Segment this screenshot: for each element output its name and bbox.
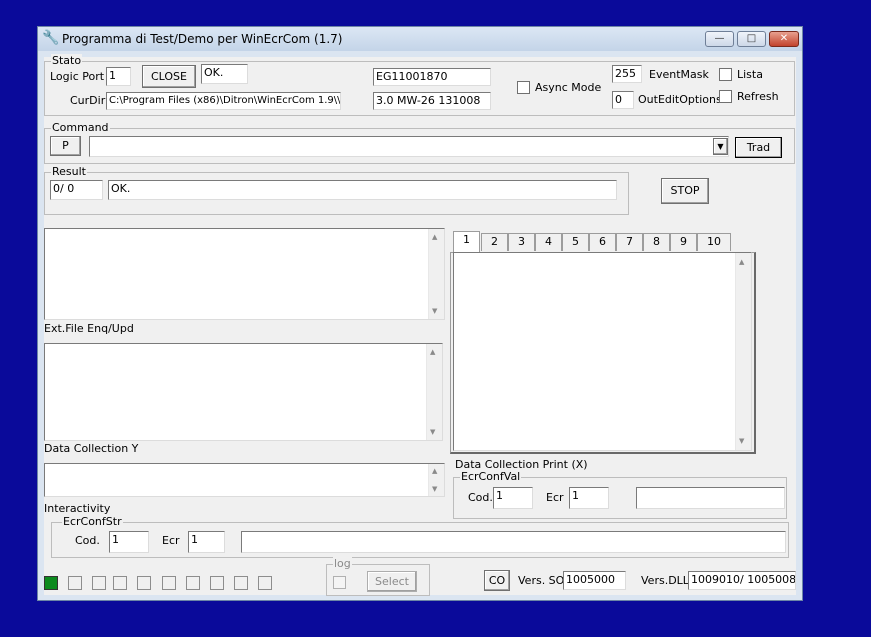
interactivity-scrollbar[interactable]: ▲ ▼ — [428, 464, 444, 496]
co-button[interactable]: CO — [484, 570, 510, 591]
status-led-3 — [92, 576, 106, 590]
ecr-conf-str-ecr-label: Ecr — [162, 534, 180, 547]
scroll-down-icon[interactable]: ▼ — [432, 485, 437, 493]
result-count-field[interactable]: 0/ 0 — [50, 180, 103, 200]
ext-file-label: Ext.File Enq/Upd — [44, 322, 134, 335]
tab-6[interactable]: 6 — [589, 233, 616, 251]
event-mask-input[interactable]: 255 — [612, 65, 642, 83]
out-edit-options-label: OutEditOptions — [638, 93, 722, 106]
scroll-up-icon[interactable]: ▲ — [739, 258, 744, 266]
log-group-label: log — [333, 557, 352, 571]
select-button[interactable]: Select — [367, 571, 417, 592]
async-mode-label: Async Mode — [535, 81, 602, 94]
ecr-conf-str-cod-input[interactable]: 1 — [109, 531, 149, 553]
ext-file-scrollbar[interactable]: ▲ ▼ — [428, 229, 444, 319]
tab-8[interactable]: 8 — [643, 233, 670, 251]
ecr-conf-val-cod-label: Cod. — [468, 491, 493, 504]
command-group-label: Command — [51, 121, 110, 135]
out-edit-options-input[interactable]: 0 — [612, 91, 634, 109]
lista-checkbox[interactable] — [719, 68, 732, 81]
logic-port-input[interactable]: 1 — [106, 67, 131, 86]
status-led-1 — [44, 576, 58, 590]
scroll-up-icon[interactable]: ▲ — [430, 348, 435, 356]
event-mask-label: EventMask — [649, 68, 709, 81]
command-input[interactable] — [89, 136, 729, 157]
ecr-conf-val-extra-input[interactable] — [636, 487, 785, 509]
ecr-conf-val-cod-input[interactable]: 1 — [493, 487, 533, 509]
tab-10[interactable]: 10 — [697, 233, 731, 251]
status-led-6 — [162, 576, 176, 590]
refresh-label: Refresh — [737, 90, 779, 103]
ecr-conf-str-ecr-input[interactable]: 1 — [188, 531, 225, 553]
status-led-10 — [258, 576, 272, 590]
ecr-conf-val-label: EcrConfVal — [460, 470, 522, 484]
status-led-9 — [234, 576, 248, 590]
ecr-conf-str-cod-label: Cod. — [75, 534, 100, 547]
wrench-icon: 🔧 — [42, 30, 60, 46]
interactivity-label: Interactivity — [44, 502, 111, 515]
minimize-button[interactable]: — — [705, 31, 734, 47]
title-bar[interactable]: 🔧 Programma di Test/Demo per WinEcrCom (… — [38, 27, 802, 51]
scroll-up-icon[interactable]: ▲ — [432, 233, 437, 241]
lista-label: Lista — [737, 68, 763, 81]
curdir-field[interactable]: C:\Program Files (x86)\Ditron\WinEcrCom … — [106, 92, 341, 110]
scroll-down-icon[interactable]: ▼ — [432, 307, 437, 315]
scroll-up-icon[interactable]: ▲ — [432, 467, 437, 475]
command-dropdown-icon[interactable]: ▼ — [713, 138, 728, 155]
vers-dll-field[interactable]: 1009010/ 1005008 — [688, 571, 796, 590]
logic-port-label: Logic Port — [50, 70, 105, 83]
tab-2[interactable]: 2 — [481, 233, 508, 251]
data-collection-y-scrollbar[interactable]: ▲ ▼ — [426, 344, 442, 440]
client-area: Stato Logic Port 1 CLOSE OK. EG11001870 … — [44, 54, 796, 596]
maximize-button[interactable]: □ — [737, 31, 766, 47]
refresh-checkbox[interactable] — [719, 90, 732, 103]
status-led-row — [44, 576, 276, 592]
status-led-2 — [68, 576, 82, 590]
status-led-8 — [210, 576, 224, 590]
status-led-4 — [113, 576, 127, 590]
tab-9[interactable]: 9 — [670, 233, 697, 251]
close-window-button[interactable]: ✕ — [769, 31, 799, 47]
stato-group-label: Stato — [51, 54, 83, 68]
window-title: Programma di Test/Demo per WinEcrCom (1.… — [62, 32, 343, 46]
curdir-label: CurDir — [70, 94, 106, 107]
data-collection-y-textarea[interactable]: ▲ ▼ — [44, 343, 443, 441]
status-field[interactable]: OK. — [201, 64, 248, 84]
result-message-field[interactable]: OK. — [108, 180, 617, 200]
ext-file-textarea[interactable]: ▲ ▼ — [44, 228, 445, 320]
serial-field[interactable]: EG11001870 — [373, 68, 491, 86]
trad-button[interactable]: Trad — [735, 137, 782, 158]
stop-button[interactable]: STOP — [661, 178, 709, 204]
scroll-down-icon[interactable]: ▼ — [430, 428, 435, 436]
tab-7[interactable]: 7 — [616, 233, 643, 251]
data-collection-print-textarea[interactable]: ▲ ▼ — [453, 252, 752, 451]
status-led-7 — [186, 576, 200, 590]
tab-4[interactable]: 4 — [535, 233, 562, 251]
main-window: 🔧 Programma di Test/Demo per WinEcrCom (… — [37, 26, 803, 601]
ecr-conf-str-label: EcrConfStr — [62, 515, 123, 529]
p-button[interactable]: P — [50, 136, 81, 156]
tab-5[interactable]: 5 — [562, 233, 589, 251]
ecr-conf-str-extra-input[interactable] — [241, 531, 786, 553]
tab-3[interactable]: 3 — [508, 233, 535, 251]
data-collection-print-scrollbar[interactable]: ▲ ▼ — [735, 253, 751, 450]
version-field[interactable]: 3.0 MW-26 131008 — [373, 92, 491, 110]
close-port-button[interactable]: CLOSE — [142, 65, 196, 88]
interactivity-textarea[interactable]: ▲ ▼ — [44, 463, 445, 497]
vers-so-label: Vers. SO — [518, 574, 565, 587]
tab-1[interactable]: 1 — [453, 231, 480, 252]
result-group-label: Result — [51, 165, 87, 179]
log-checkbox[interactable] — [333, 576, 346, 589]
scroll-down-icon[interactable]: ▼ — [739, 437, 744, 445]
data-collection-y-label: Data Collection Y — [44, 442, 139, 455]
vers-so-field[interactable]: 1005000 — [563, 571, 626, 590]
ecr-conf-val-ecr-label: Ecr — [546, 491, 564, 504]
vers-dll-label: Vers.DLL — [641, 574, 689, 587]
tab-strip: 1 2 3 4 5 6 7 8 9 10 — [453, 231, 759, 253]
status-led-5 — [137, 576, 151, 590]
ecr-conf-val-ecr-input[interactable]: 1 — [569, 487, 609, 509]
async-mode-checkbox[interactable] — [517, 81, 530, 94]
